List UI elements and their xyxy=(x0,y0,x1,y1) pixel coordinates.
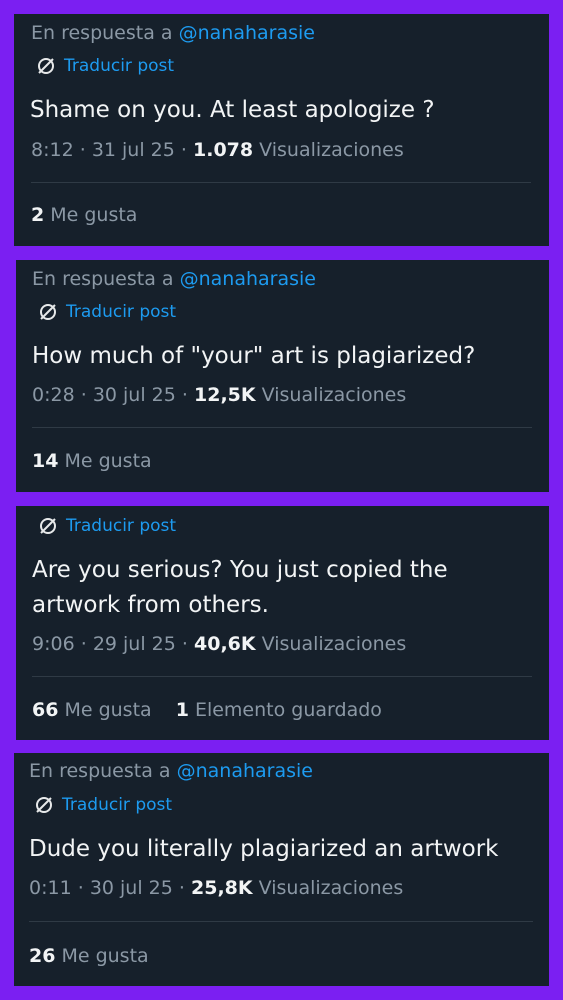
bookmarks-stat[interactable]: 1 Elemento guardado xyxy=(176,699,382,721)
divider xyxy=(32,676,532,677)
likes-label: Me gusta xyxy=(50,204,138,226)
likes-count: 2 xyxy=(31,204,45,226)
views-count: 12,5K xyxy=(194,384,256,406)
post-date[interactable]: 30 jul 25 xyxy=(90,877,173,899)
translate-label: Traducir post xyxy=(62,795,173,815)
views-label: Visualizaciones xyxy=(261,633,407,655)
reply-prefix: En respuesta a xyxy=(31,22,173,44)
post-text: Are you serious? You just copied the art… xyxy=(32,553,448,623)
translate-post-link[interactable]: Traducir post xyxy=(38,302,176,322)
reply-context: En respuesta a @nanaharasie xyxy=(31,22,315,44)
post-time[interactable]: 0:28 xyxy=(32,384,75,406)
post-card[interactable]: En respuesta a @nanaharasie Traducir pos… xyxy=(14,753,549,986)
reply-handle-link[interactable]: @nanaharasie xyxy=(180,268,316,290)
translate-icon xyxy=(36,797,52,813)
views-label: Visualizaciones xyxy=(258,877,404,899)
reply-handle-link[interactable]: @nanaharasie xyxy=(179,22,315,44)
divider xyxy=(31,182,531,183)
reply-prefix: En respuesta a xyxy=(32,268,174,290)
post-text-line: artwork from others. xyxy=(32,592,269,618)
likes-label: Me gusta xyxy=(64,699,152,721)
post-time[interactable]: 8:12 xyxy=(31,139,74,161)
translate-icon xyxy=(40,304,56,320)
post-date[interactable]: 29 jul 25 xyxy=(93,633,176,655)
post-meta: 8:12 · 31 jul 25 · 1.078 Visualizaciones xyxy=(31,139,404,161)
divider xyxy=(32,427,532,428)
post-card[interactable]: Traducir post Are you serious? You just … xyxy=(16,506,549,740)
post-date[interactable]: 30 jul 25 xyxy=(93,384,176,406)
post-meta: 9:06 · 29 jul 25 · 40,6K Visualizaciones xyxy=(32,633,407,655)
translate-icon xyxy=(40,518,56,534)
post-card[interactable]: En respuesta a @nanaharasie Traducir pos… xyxy=(16,260,549,492)
post-text: Shame on you. At least apologize ? xyxy=(30,97,435,123)
views-label: Visualizaciones xyxy=(261,384,407,406)
translate-label: Traducir post xyxy=(64,56,175,76)
likes-label: Me gusta xyxy=(64,450,152,472)
post-stats[interactable]: 66 Me gusta 1 Elemento guardado xyxy=(32,699,400,721)
views-count: 25,8K xyxy=(191,877,253,899)
translate-icon xyxy=(38,58,54,74)
views-count: 1.078 xyxy=(193,139,254,161)
post-stats[interactable]: 2 Me gusta xyxy=(31,204,137,226)
post-time[interactable]: 9:06 xyxy=(32,633,75,655)
likes-stat[interactable]: 66 Me gusta xyxy=(32,699,152,721)
post-meta: 0:28 · 30 jul 25 · 12,5K Visualizaciones xyxy=(32,384,407,406)
translate-label: Traducir post xyxy=(66,302,177,322)
views-label: Visualizaciones xyxy=(259,139,404,161)
likes-count: 26 xyxy=(29,945,56,967)
reply-context: En respuesta a @nanaharasie xyxy=(32,268,316,290)
reply-prefix: En respuesta a xyxy=(29,760,171,782)
translate-post-link[interactable]: Traducir post xyxy=(34,795,172,815)
translate-post-link[interactable]: Traducir post xyxy=(38,516,176,536)
likes-label: Me gusta xyxy=(61,945,149,967)
views-count: 40,6K xyxy=(194,633,256,655)
post-time[interactable]: 0:11 xyxy=(29,877,72,899)
post-text: Dude you literally plagiarized an artwor… xyxy=(29,836,499,862)
translate-label: Traducir post xyxy=(66,516,177,536)
post-stats[interactable]: 14 Me gusta xyxy=(32,450,152,472)
likes-count: 66 xyxy=(32,699,59,721)
post-date[interactable]: 31 jul 25 xyxy=(92,139,175,161)
saved-label: Elemento guardado xyxy=(194,699,382,721)
likes-count: 14 xyxy=(32,450,59,472)
post-card[interactable]: En respuesta a @nanaharasie Traducir pos… xyxy=(14,14,549,246)
post-stats[interactable]: 26 Me gusta xyxy=(29,945,149,967)
translate-post-link[interactable]: Traducir post xyxy=(36,56,174,76)
post-text-line: Are you serious? You just copied the xyxy=(32,557,448,583)
reply-handle-link[interactable]: @nanaharasie xyxy=(177,760,313,782)
reply-context: En respuesta a @nanaharasie xyxy=(29,760,313,782)
post-meta: 0:11 · 30 jul 25 · 25,8K Visualizaciones xyxy=(29,877,404,899)
saved-count: 1 xyxy=(175,699,189,721)
divider xyxy=(29,921,533,922)
post-text: How much of "your" art is plagiarized? xyxy=(32,343,476,369)
